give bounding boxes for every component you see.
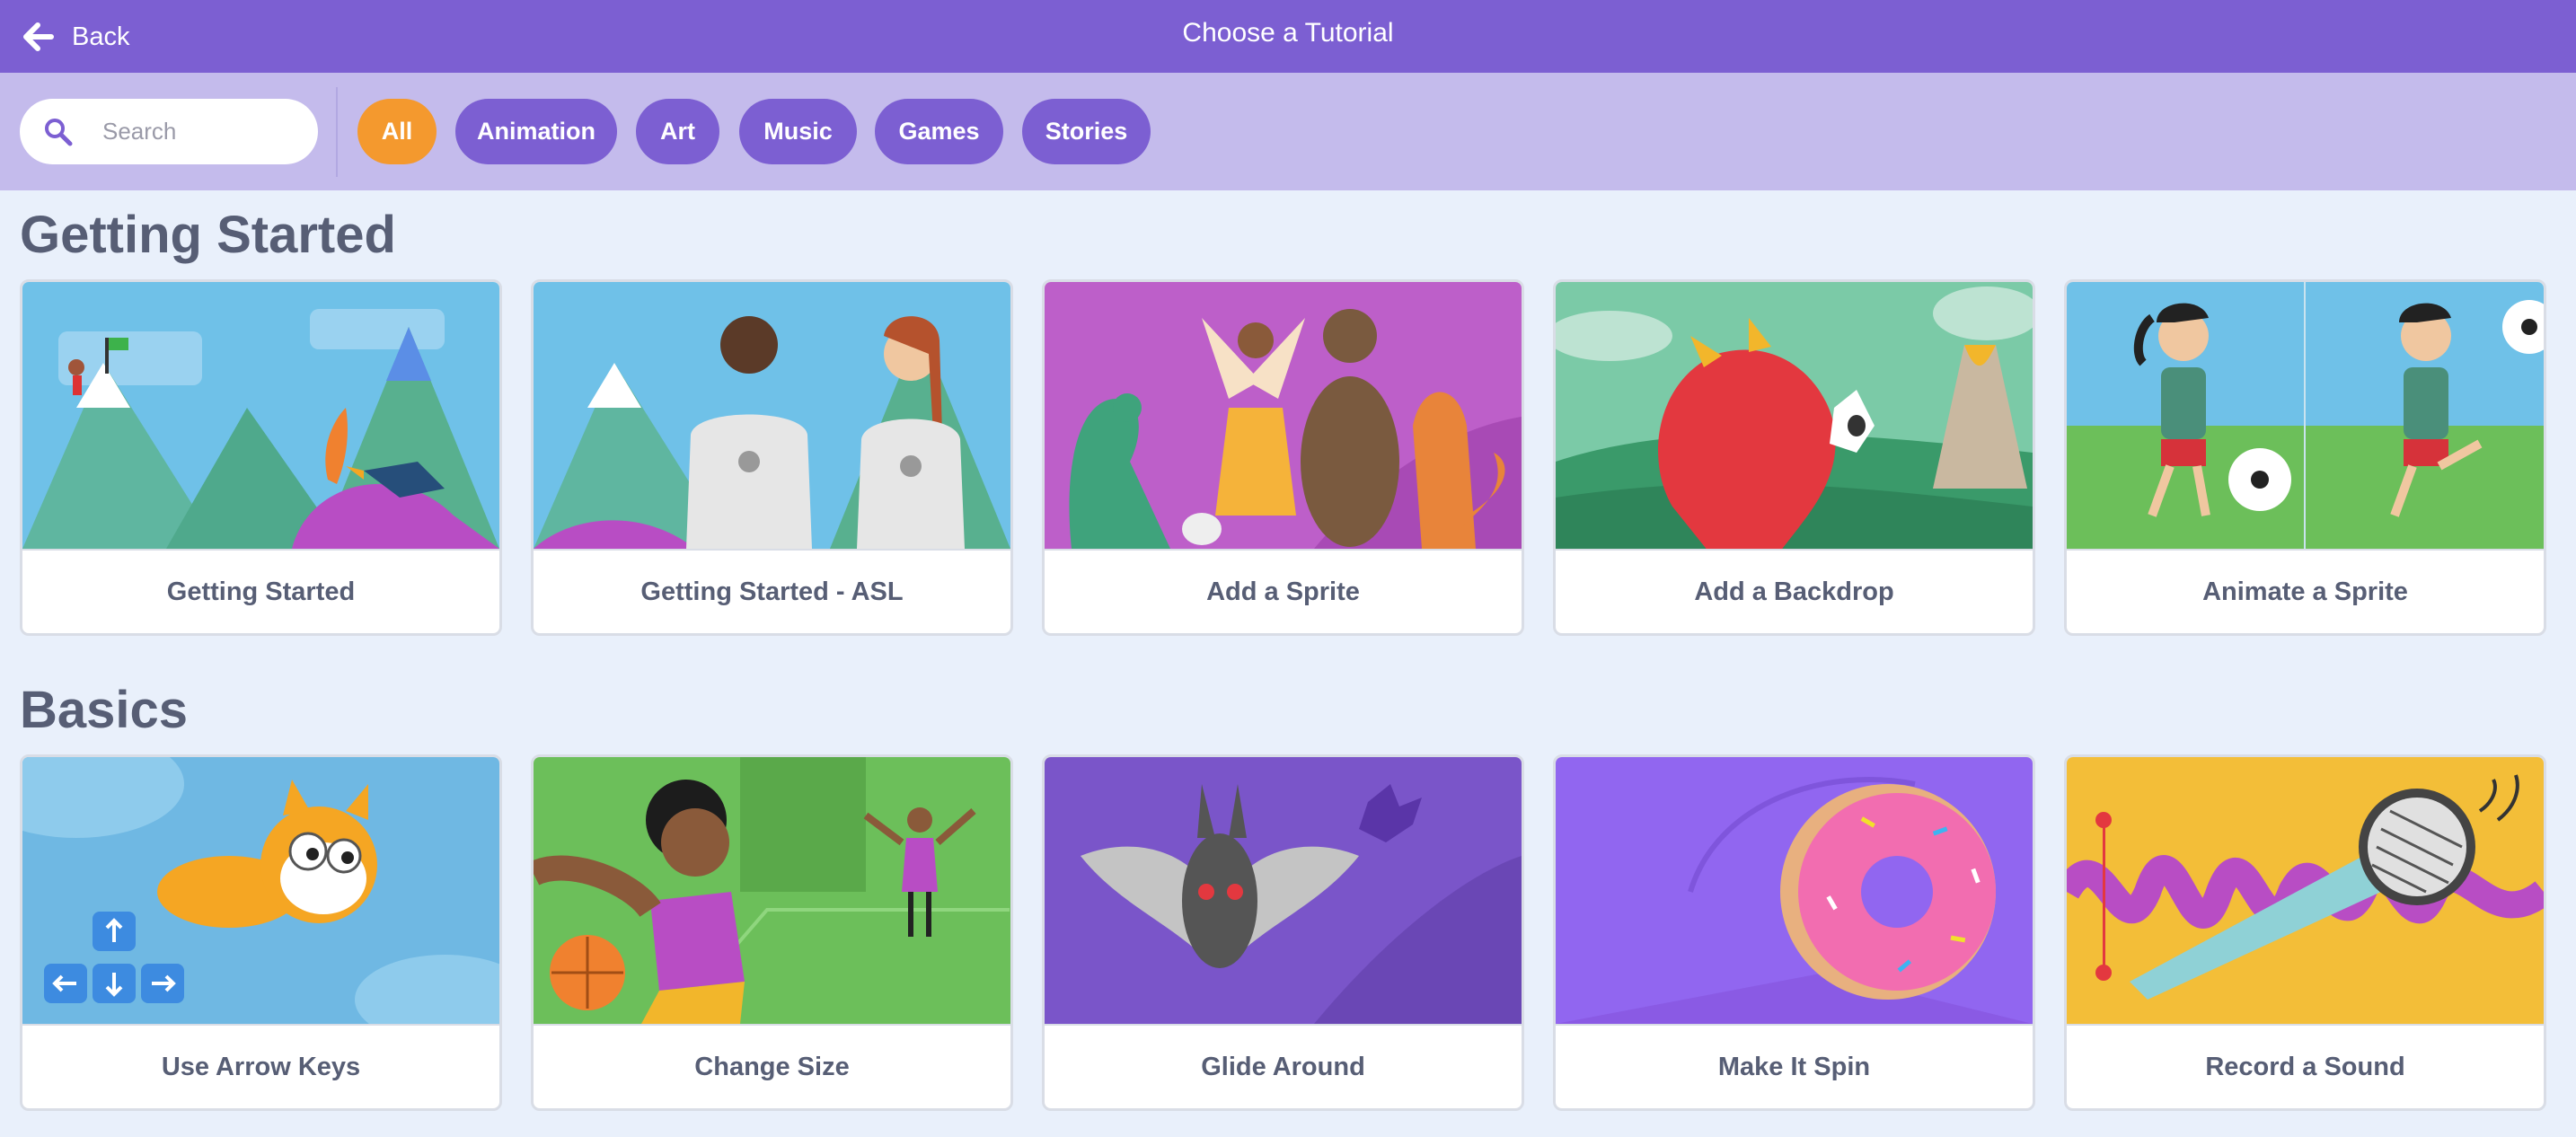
tutorial-thumbnail [1556, 282, 2033, 549]
tutorial-card-label: Change Size [534, 1024, 1010, 1108]
tutorial-card-label: Make It Spin [1556, 1024, 2033, 1108]
tag-games[interactable]: Games [875, 99, 1003, 164]
tutorial-card-label: Add a Sprite [1045, 549, 1522, 633]
tutorial-card-getting-started-asl[interactable]: Getting Started - ASL [531, 279, 1013, 636]
tutorial-thumbnail [22, 282, 499, 549]
back-label: Back [72, 22, 130, 51]
tutorial-card-use-arrow-keys[interactable]: Use Arrow Keys [20, 754, 502, 1111]
search-input[interactable] [102, 111, 300, 151]
mountains-illustration [22, 282, 499, 549]
tutorial-card-label: Getting Started [22, 549, 499, 633]
back-button[interactable]: Back [23, 16, 129, 57]
filter-divider [336, 87, 338, 177]
arrow-left-icon [23, 22, 54, 51]
sprites-illustration [1045, 282, 1522, 549]
tutorial-card-label: Glide Around [1045, 1024, 1522, 1108]
tutorial-thumbnail [1045, 282, 1522, 549]
tutorial-card-make-it-spin[interactable]: Make It Spin [1553, 754, 2035, 1111]
asl-presenters-illustration [534, 282, 1010, 549]
tutorial-card-glide-around[interactable]: Glide Around [1042, 754, 1524, 1111]
tutorial-card-label: Record a Sound [2067, 1024, 2544, 1108]
bat-illustration [1045, 757, 1522, 1024]
tutorial-card-label: Getting Started - ASL [534, 549, 1010, 633]
tag-stories[interactable]: Stories [1022, 99, 1151, 164]
tutorial-thumbnail [22, 757, 499, 1024]
tutorial-card-add-a-sprite[interactable]: Add a Sprite [1042, 279, 1524, 636]
filter-bar: All Animation Art Music Games Stories [0, 73, 2576, 190]
tag-music[interactable]: Music [739, 99, 857, 164]
header-bar: Choose a Tutorial Back [0, 0, 2576, 73]
tutorial-thumbnail [534, 282, 1010, 549]
tutorial-card-getting-started[interactable]: Getting Started [20, 279, 502, 636]
tutorial-card-add-a-backdrop[interactable]: Add a Backdrop [1553, 279, 2035, 636]
search-icon [45, 119, 73, 146]
tag-all[interactable]: All [357, 99, 437, 164]
donut-illustration [1556, 757, 2033, 1024]
tag-art[interactable]: Art [636, 99, 719, 164]
tutorial-thumbnail [534, 757, 1010, 1024]
search-box[interactable] [20, 99, 318, 164]
tutorial-card-record-a-sound[interactable]: Record a Sound [2064, 754, 2546, 1111]
tutorial-thumbnail [2067, 282, 2544, 549]
cat-arrow-keys-illustration [22, 757, 499, 1024]
page-title: Choose a Tutorial [1182, 18, 1394, 48]
soccer-kid-illustration [2067, 282, 2544, 549]
tutorial-card-label: Animate a Sprite [2067, 549, 2544, 633]
dinosaur-volcano-illustration [1556, 282, 2033, 549]
tutorial-card-label: Add a Backdrop [1556, 549, 2033, 633]
tutorial-thumbnail [1556, 757, 2033, 1024]
tutorial-card-animate-a-sprite[interactable]: Animate a Sprite [2064, 279, 2546, 636]
section-title-basics: Basics [20, 681, 189, 739]
tag-animation[interactable]: Animation [455, 99, 617, 164]
tutorial-card-label: Use Arrow Keys [22, 1024, 499, 1108]
section-title-getting-started: Getting Started [20, 206, 396, 264]
tutorial-card-change-size[interactable]: Change Size [531, 754, 1013, 1111]
microphone-illustration [2067, 757, 2544, 1024]
tutorial-thumbnail [1045, 757, 1522, 1024]
tutorial-thumbnail [2067, 757, 2544, 1024]
basketball-illustration [534, 757, 1010, 1024]
